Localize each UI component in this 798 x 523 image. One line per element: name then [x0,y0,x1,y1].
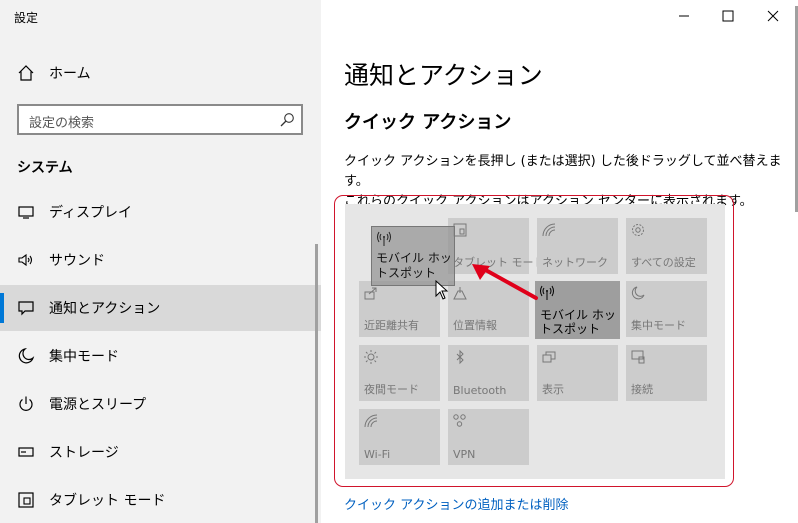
sidebar-item-label: 通知とアクション [49,301,161,317]
red-arrow-icon [472,264,538,300]
quick-action-vpn[interactable]: VPN [448,409,529,465]
sidebar-item-label: タブレット モード [49,493,166,509]
connect-icon [630,349,646,365]
quick-action-night-light[interactable]: 夜間モード [359,345,440,401]
moon-icon [17,347,35,365]
minimize-icon [679,15,689,17]
quick-action-connect[interactable]: 接続 [626,345,707,401]
add-remove-quick-actions-link[interactable]: クイック アクションの追加または削除 [344,494,568,513]
close-icon [767,10,779,22]
tile-label: Wi-Fi [364,448,391,461]
wifi-icon [363,413,379,429]
sidebar-scrollbar[interactable] [315,244,318,523]
moon-icon [630,285,646,301]
close-button[interactable] [751,4,795,28]
share-icon [363,285,379,301]
tile-label: 夜間モード [364,383,419,396]
quick-action-wifi[interactable]: Wi-Fi [359,409,440,465]
sidebar-item-tablet-mode[interactable]: タブレット モード [0,477,321,523]
quick-action-network[interactable]: ネットワーク [537,218,618,274]
sidebar-item-notifications[interactable]: 通知とアクション [0,285,321,331]
tile-label: すべての設定 [631,256,696,269]
tile-label: VPN [453,448,476,461]
sidebar-item-display[interactable]: ディスプレイ [0,189,321,235]
maximize-icon [722,10,734,22]
location-icon [452,285,468,301]
search-icon [279,112,295,128]
minimize-button[interactable] [662,4,706,28]
home-icon [17,64,35,82]
speaker-icon [17,251,35,269]
tile-label: 集中モード [631,319,686,332]
sidebar-item-label: ディスプレイ [49,205,133,221]
dragging-tile-mobile-hotspot[interactable]: モバイル ホットスポット [371,226,455,286]
tablet-mode-icon [17,491,35,509]
section-subtitle: クイック アクション [344,112,512,133]
network-icon [541,222,557,238]
search-placeholder: 設定の検索 [29,116,95,131]
sidebar-item-label: ストレージ [49,445,119,461]
sidebar-item-focus[interactable]: 集中モード [0,333,321,379]
sidebar-item-storage[interactable]: ストレージ [0,429,321,475]
sidebar-item-label: ホーム [49,66,91,82]
sidebar-item-label: サウンド [49,253,105,269]
sidebar-item-sound[interactable]: サウンド [0,237,321,283]
quick-action-bluetooth[interactable]: Bluetooth [448,345,529,401]
tile-label: モバイル ホットスポット [376,251,452,280]
quick-action-focus[interactable]: 集中モード [626,281,707,337]
power-icon [17,395,35,413]
quick-action-nearby-share[interactable]: 近距離共有 [359,281,440,337]
display-icon [17,203,35,221]
tile-label: 接続 [631,383,653,396]
hotspot-icon [376,231,392,247]
window-title: 設定 [14,11,39,25]
maximize-button[interactable] [706,4,750,28]
tile-label: ネットワーク [542,256,608,269]
project-icon [541,349,557,365]
vpn-icon [452,413,468,429]
bluetooth-icon [452,349,468,365]
hotspot-icon [539,285,555,301]
gear-icon [630,222,646,238]
sidebar-item-label: 電源とスリープ [49,397,147,413]
brightness-icon [363,349,379,365]
quick-action-all-settings[interactable]: すべての設定 [626,218,707,274]
tile-label: 近距離共有 [364,319,419,332]
description-line: クイック アクションを長押し (または選択) した後ドラッグして並べ替えます。 [344,154,782,189]
quick-action-project[interactable]: 表示 [537,345,618,401]
search-input[interactable]: 設定の検索 [17,104,303,135]
section-title: システム [17,160,73,176]
storage-icon [17,443,35,461]
quick-action-mobile-hotspot[interactable]: モバイル ホットスポット [535,281,620,339]
mouse-cursor-icon [435,280,449,300]
sidebar: 設定 ホーム 設定の検索 システム ディスプレイ サウンド 通知とアクション 集… [0,0,321,523]
sidebar-item-home[interactable]: ホーム [0,50,321,96]
tile-label: Bluetooth [453,384,507,397]
tile-label: 表示 [542,383,564,396]
sidebar-item-label: 集中モード [49,349,119,365]
sidebar-item-power[interactable]: 電源とスリープ [0,381,321,427]
notification-icon [17,299,35,317]
page-title: 通知とアクション [344,61,543,90]
tile-label: 位置情報 [453,319,497,332]
tile-label: モバイル ホットスポット [540,308,616,336]
